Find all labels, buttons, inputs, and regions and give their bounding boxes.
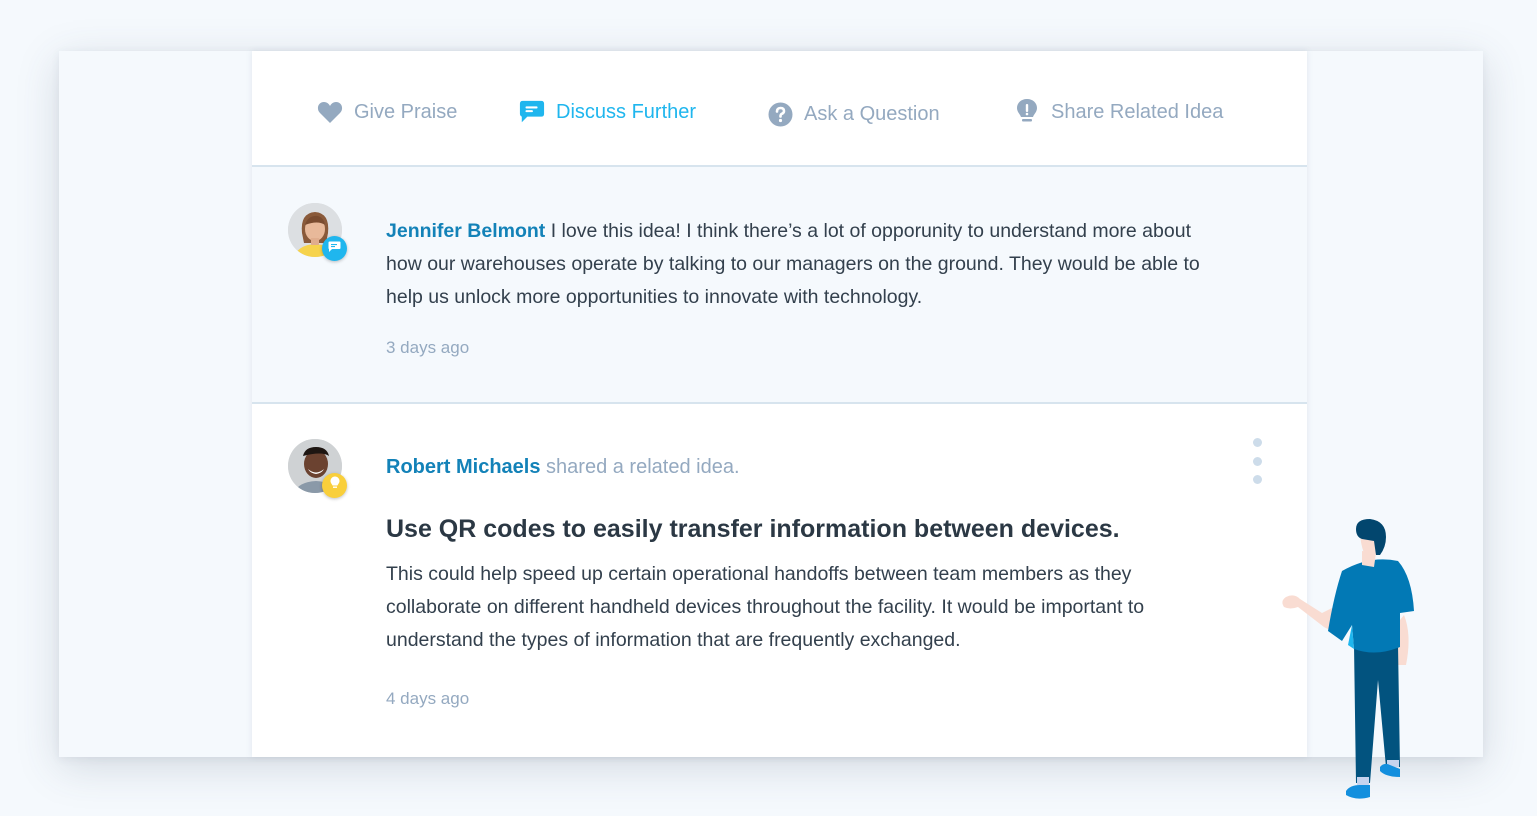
ask-question-label: Ask a Question [804, 102, 940, 125]
comment-timestamp: 3 days ago [386, 338, 470, 357]
more-options-button[interactable] [1249, 438, 1265, 484]
chat-bubble-icon [328, 240, 341, 258]
related-idea-description: This could help speed up certain operati… [386, 563, 1145, 651]
give-praise-label: Give Praise [354, 100, 458, 123]
idea-feedback-panel: Give Praise Discuss Further Ask a Questi… [252, 51, 1307, 757]
question-circle-icon [767, 101, 793, 127]
comment-author-link[interactable]: Jennifer Belmont [386, 220, 545, 242]
lightbulb-icon [330, 476, 340, 495]
dot-icon [1252, 438, 1262, 447]
discuss-further-button[interactable]: Discuss Further [519, 99, 696, 125]
comment-timestamp: 4 days ago [386, 689, 470, 708]
related-idea-title[interactable]: Use QR codes to easily transfer informat… [386, 515, 1120, 544]
give-praise-button[interactable]: Give Praise [317, 99, 457, 125]
shared-idea-header: Robert Michaels shared a related idea. [386, 456, 740, 479]
chat-bubble-icon [519, 99, 545, 125]
share-related-idea-button[interactable]: Share Related Idea [1014, 99, 1223, 125]
ask-question-button[interactable]: Ask a Question [767, 101, 940, 127]
comment-type-badge [322, 473, 347, 498]
dot-icon [1252, 456, 1262, 466]
person-illustration [1276, 515, 1426, 805]
lightbulb-icon [1014, 99, 1040, 125]
action-bar: Give Praise Discuss Further Ask a Questi… [252, 51, 1307, 167]
comment-item: Robert Michaels shared a related idea. U… [252, 404, 1307, 755]
discuss-further-label: Discuss Further [556, 100, 697, 123]
comment-item: Jennifer Belmont I love this idea! I thi… [252, 167, 1307, 404]
shared-action-text: shared a related idea. [540, 456, 740, 478]
heart-icon [317, 99, 343, 125]
comment-text: Jennifer Belmont I love this idea! I thi… [386, 215, 1206, 314]
share-related-idea-label: Share Related Idea [1051, 100, 1224, 123]
comment-author-link[interactable]: Robert Michaels [386, 456, 540, 478]
comment-type-badge [322, 236, 347, 261]
dot-icon [1252, 475, 1262, 484]
